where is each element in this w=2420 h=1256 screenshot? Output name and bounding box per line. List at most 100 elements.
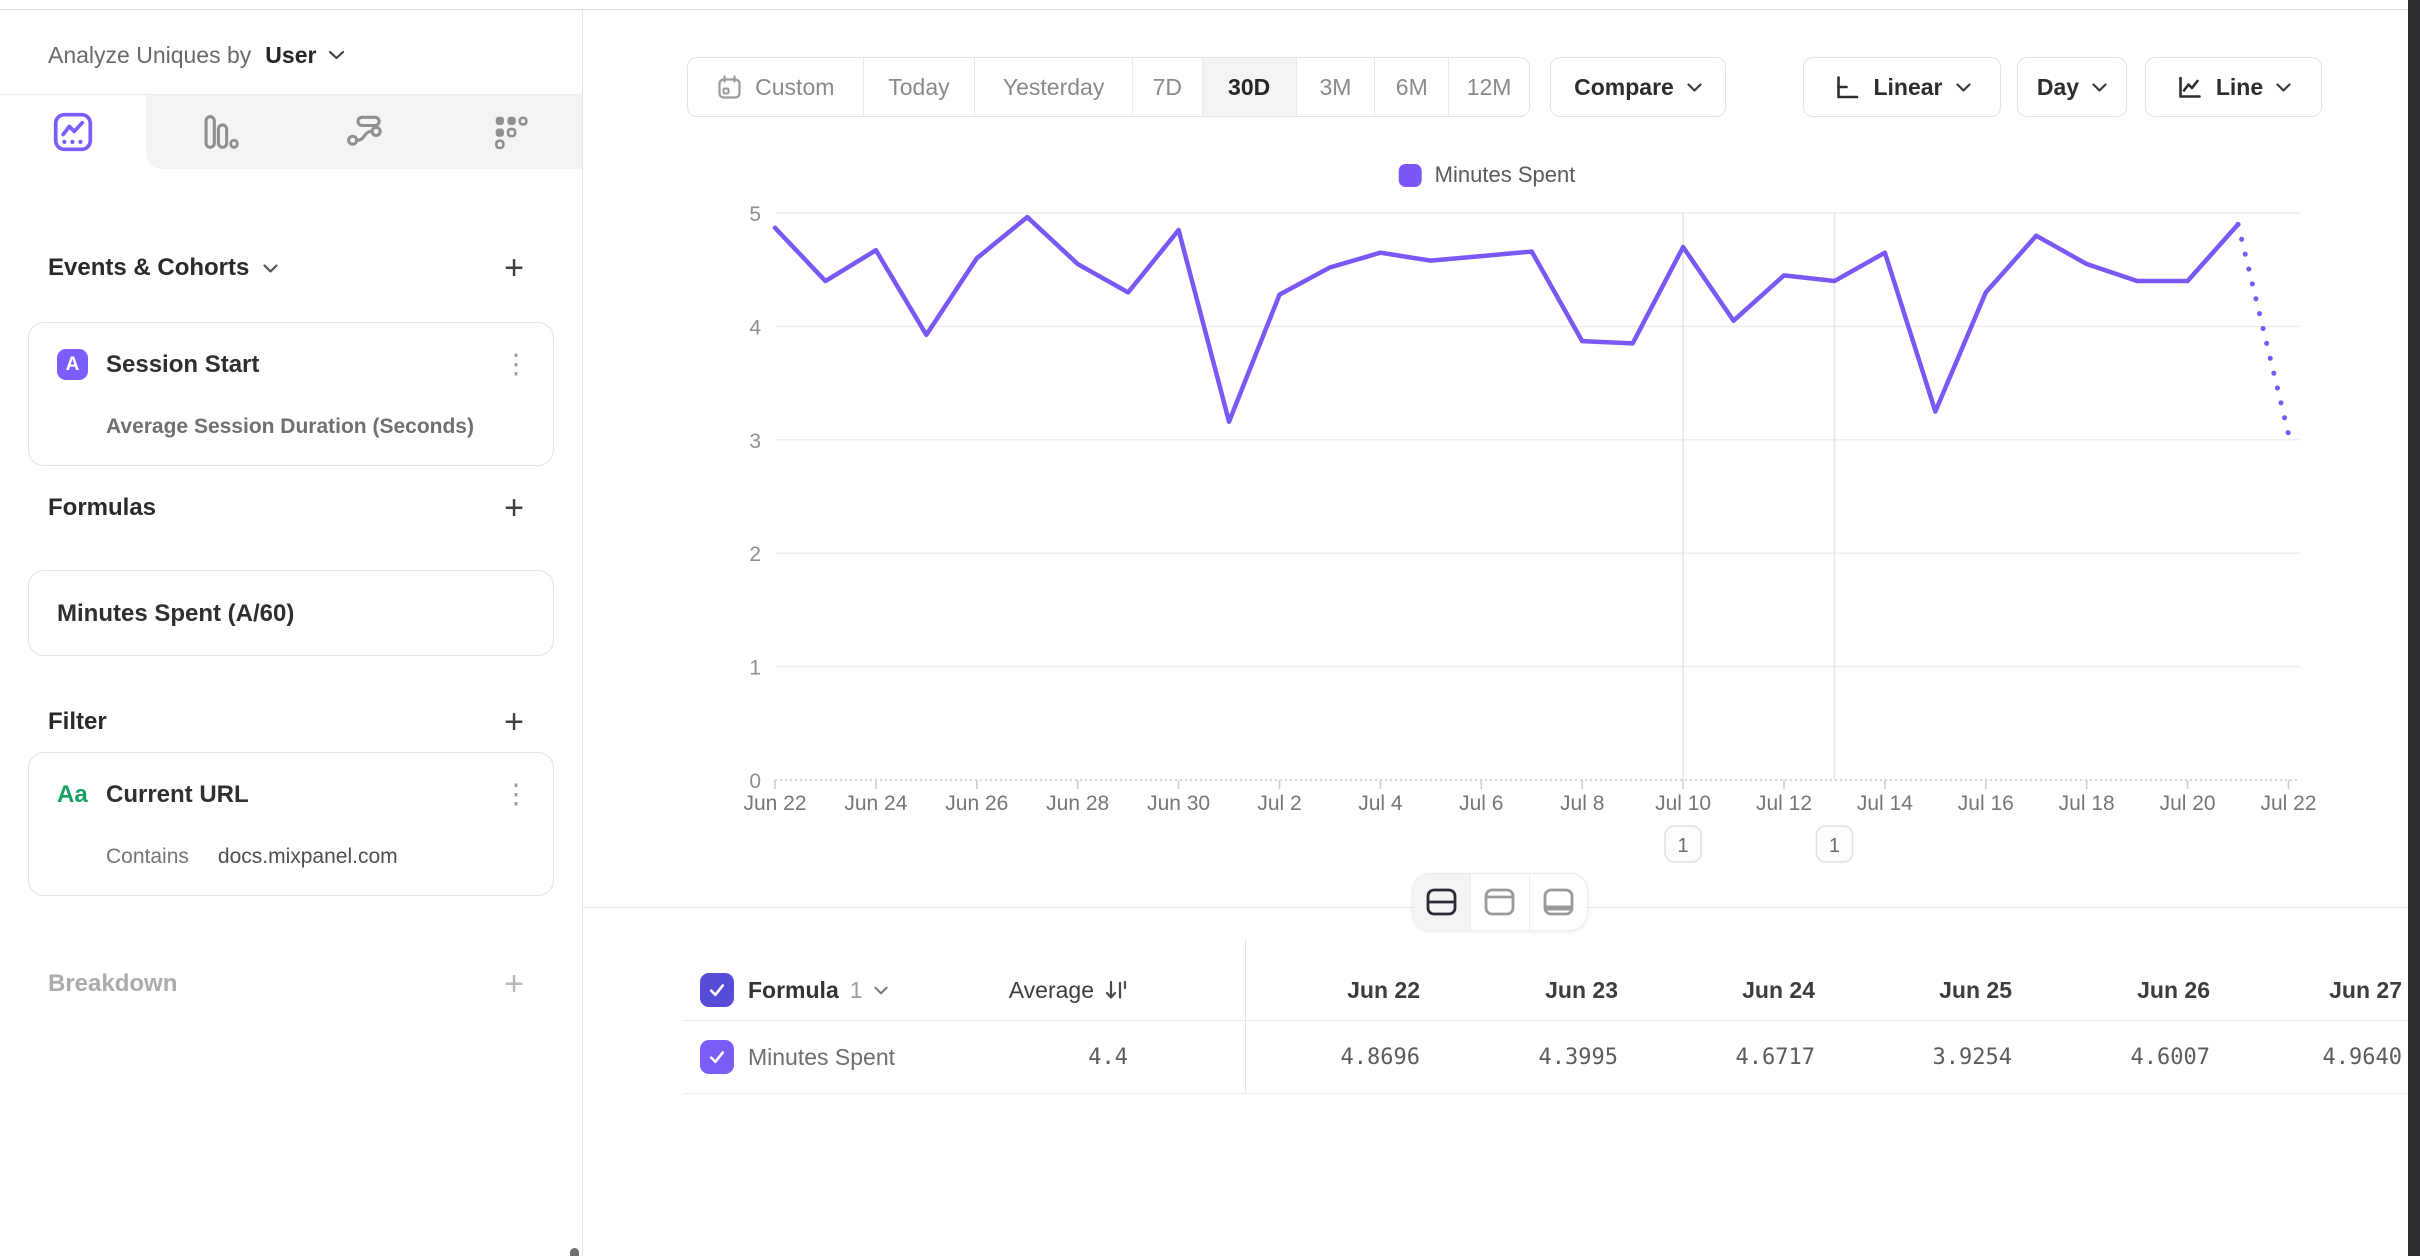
formula-header-number: 1 bbox=[850, 977, 863, 1004]
kebab-menu-icon[interactable]: ⋮ bbox=[501, 775, 531, 813]
add-event-button[interactable]: + bbox=[494, 248, 534, 288]
sidebar-scrollbar-thumb[interactable] bbox=[570, 1248, 579, 1256]
breakdown-header: Breakdown bbox=[48, 966, 177, 1002]
x-tick-label: Jul 4 bbox=[1358, 792, 1403, 815]
annotation-badge-count: 1 bbox=[1829, 835, 1840, 857]
check-icon bbox=[706, 979, 728, 1001]
date-column-header-jun-24: Jun 24 bbox=[1655, 973, 1815, 1007]
view-toggle bbox=[1412, 873, 1588, 931]
average-value: 4.4 bbox=[958, 1040, 1128, 1074]
events-cohorts-label: Events & Cohorts bbox=[48, 254, 249, 282]
filter-label: Filter bbox=[48, 708, 107, 736]
x-tick-label: Jun 30 bbox=[1147, 792, 1210, 815]
view-toggle-chart-only[interactable] bbox=[1470, 874, 1528, 930]
formula-header-label: Formula bbox=[748, 977, 839, 1004]
x-tick-label: Jul 10 bbox=[1655, 792, 1711, 815]
date-column-header-jun-25: Jun 25 bbox=[1852, 973, 2012, 1007]
event-letter-badge: A bbox=[57, 349, 88, 380]
series-line-incomplete-segment bbox=[2238, 224, 2288, 434]
chevron-down-icon bbox=[874, 986, 888, 995]
analyze-label: Analyze Uniques by bbox=[48, 42, 251, 69]
x-tick-label: Jul 16 bbox=[1958, 792, 2014, 815]
x-tick-label: Jul 18 bbox=[2059, 792, 2115, 815]
average-column-header[interactable]: Average bbox=[968, 973, 1128, 1007]
y-tick-label: 0 bbox=[749, 770, 761, 793]
event-title: Session Start bbox=[106, 349, 259, 380]
filter-header: Filter bbox=[48, 704, 107, 740]
filter-operator[interactable]: Contains bbox=[106, 845, 189, 869]
analyze-uniques-row: Analyze Uniques by User bbox=[48, 32, 345, 78]
event-card-session-start[interactable]: A Session Start ⋮ Average Session Durati… bbox=[28, 322, 554, 466]
right-edge-scrollbar[interactable] bbox=[2408, 0, 2420, 1256]
report-main-area: CustomTodayYesterday7D30D3M6M12M Compare… bbox=[583, 10, 2408, 1256]
table-row-divider bbox=[683, 1093, 2408, 1094]
string-type-icon: Aa bbox=[57, 779, 97, 810]
tab-funnels[interactable] bbox=[146, 95, 292, 169]
table-view-icon bbox=[1542, 887, 1575, 917]
table-header-divider bbox=[683, 1020, 2408, 1021]
tab-insights[interactable] bbox=[0, 95, 146, 169]
funnels-bars-icon bbox=[199, 112, 239, 152]
formula-title: Minutes Spent (A/60) bbox=[57, 598, 294, 629]
add-filter-button[interactable]: + bbox=[494, 702, 534, 742]
annotation-badge-count: 1 bbox=[1678, 835, 1689, 857]
cell-value-jun-26: 4.6007 bbox=[2040, 1040, 2210, 1074]
x-tick-label: Jun 28 bbox=[1046, 792, 1109, 815]
filter-property: Current URL bbox=[106, 779, 249, 810]
y-tick-label: 2 bbox=[749, 543, 761, 566]
series-checkbox[interactable] bbox=[700, 1040, 734, 1074]
date-column-header-jun-26: Jun 26 bbox=[2050, 973, 2210, 1007]
cell-value-jun-22: 4.8696 bbox=[1250, 1040, 1420, 1074]
cell-value-jun-24: 4.6717 bbox=[1645, 1040, 1815, 1074]
split-view-icon bbox=[1425, 887, 1458, 917]
chart-view-icon bbox=[1483, 887, 1516, 917]
series-line-minutes-spent[interactable] bbox=[775, 217, 2238, 422]
filter-card-current-url[interactable]: Aa Current URL ⋮ Contains docs.mixpanel.… bbox=[28, 752, 554, 896]
view-toggle-split[interactable] bbox=[1413, 874, 1470, 930]
average-label: Average bbox=[1009, 977, 1094, 1004]
y-tick-label: 3 bbox=[749, 430, 761, 453]
y-tick-label: 4 bbox=[749, 316, 761, 339]
x-tick-label: Jul 6 bbox=[1459, 792, 1503, 815]
sort-icon bbox=[1104, 978, 1128, 1002]
insights-line-chart-icon bbox=[52, 111, 94, 153]
events-cohorts-header[interactable]: Events & Cohorts bbox=[48, 250, 278, 286]
date-column-header-jun-22: Jun 22 bbox=[1260, 973, 1420, 1007]
x-tick-label: Jul 8 bbox=[1560, 792, 1604, 815]
add-breakdown-button[interactable]: + bbox=[494, 964, 534, 1004]
x-tick-label: Jun 22 bbox=[743, 792, 806, 815]
query-builder-sidebar: Analyze Uniques by User bbox=[0, 10, 583, 1256]
y-tick-label: 1 bbox=[749, 657, 761, 680]
analyze-value-dropdown[interactable]: User bbox=[265, 42, 345, 69]
tab-flows[interactable] bbox=[292, 95, 438, 169]
x-tick-label: Jun 26 bbox=[945, 792, 1008, 815]
date-column-header-jun-23: Jun 23 bbox=[1458, 973, 1618, 1007]
add-formula-button[interactable]: + bbox=[494, 488, 534, 528]
formula-group-header[interactable]: Formula 1 bbox=[748, 973, 888, 1007]
date-column-header-jun-27: Jun 27 bbox=[2242, 973, 2402, 1007]
event-aggregation[interactable]: Average Session Duration (Seconds) bbox=[106, 411, 474, 442]
table-column-divider bbox=[1245, 940, 1246, 1093]
tab-retention[interactable] bbox=[438, 95, 584, 169]
chevron-down-icon bbox=[263, 264, 278, 273]
x-tick-label: Jul 2 bbox=[1257, 792, 1301, 815]
insights-report: Analyze Uniques by User bbox=[0, 0, 2420, 1256]
chevron-down-icon bbox=[328, 50, 345, 60]
kebab-menu-icon[interactable]: ⋮ bbox=[501, 345, 531, 383]
select-all-checkbox[interactable] bbox=[700, 973, 734, 1007]
formula-card[interactable]: Minutes Spent (A/60) bbox=[28, 570, 554, 656]
flows-icon bbox=[345, 112, 385, 152]
check-icon bbox=[706, 1046, 728, 1068]
y-tick-label: 5 bbox=[749, 203, 761, 226]
series-row-label: Minutes Spent bbox=[748, 1040, 895, 1074]
line-chart: 012345Jun 22Jun 24Jun 26Jun 28Jun 30Jul … bbox=[583, 10, 2408, 870]
x-tick-label: Jul 14 bbox=[1857, 792, 1913, 815]
cell-value-jun-25: 3.9254 bbox=[1842, 1040, 2012, 1074]
x-tick-label: Jul 12 bbox=[1756, 792, 1812, 815]
cell-value-jun-23: 4.3995 bbox=[1448, 1040, 1618, 1074]
x-tick-label: Jul 20 bbox=[2160, 792, 2216, 815]
view-toggle-table-only[interactable] bbox=[1529, 874, 1587, 930]
chart-type-tabs bbox=[0, 95, 582, 169]
filter-value[interactable]: docs.mixpanel.com bbox=[218, 845, 398, 869]
breakdown-label: Breakdown bbox=[48, 970, 177, 998]
